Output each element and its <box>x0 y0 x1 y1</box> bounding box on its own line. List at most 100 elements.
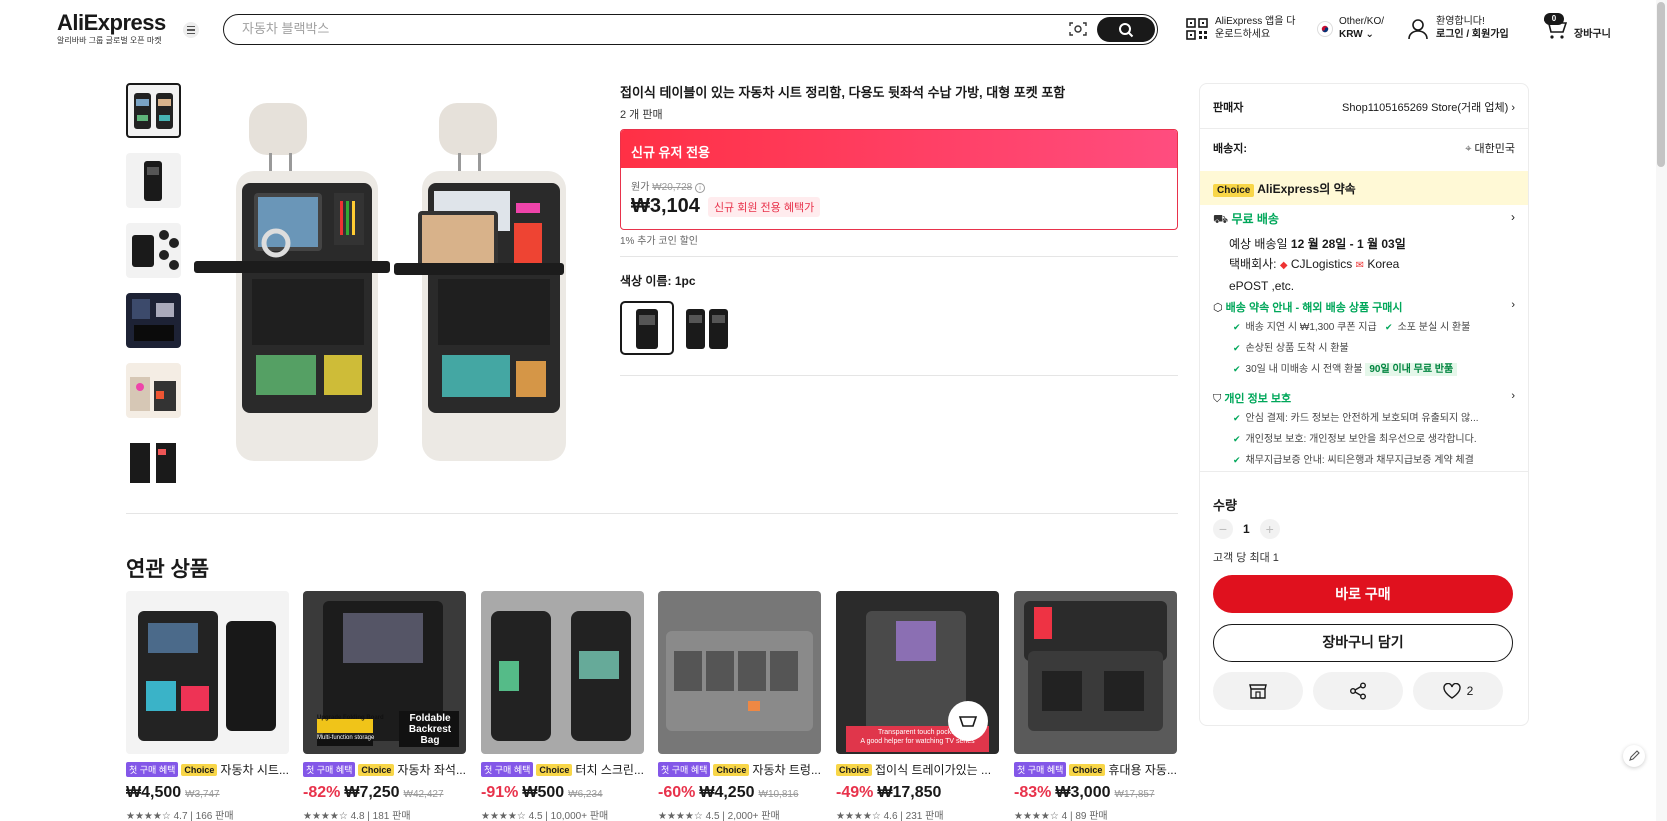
product-image[interactable] <box>126 591 289 754</box>
scrollbar-thumb[interactable] <box>1657 2 1665 167</box>
quantity-label: 수량 <box>1213 498 1237 513</box>
seller-label: 판매자 <box>1213 102 1244 114</box>
product-image[interactable]: Transparent touch pocket A good helper fo… <box>836 591 999 754</box>
menu-icon[interactable] <box>183 22 199 38</box>
store-icon <box>1249 684 1267 699</box>
qty-decrease-button[interactable]: − <box>1213 519 1233 539</box>
thumbnail-6[interactable] <box>126 433 181 488</box>
ship-to-row[interactable]: 배송지: ⌖ 대한민국 <box>1213 140 1515 156</box>
app-download-link[interactable]: AliExpress 앱을 다 운로드하세요 <box>1215 15 1295 41</box>
search-icon <box>1119 22 1134 37</box>
thumbnail-5[interactable] <box>126 363 181 418</box>
thumbnail-4[interactable] <box>126 293 181 348</box>
first-purchase-badge: 첫 구매 혜택 <box>481 762 534 777</box>
first-purchase-badge: 첫 구매 혜택 <box>1014 762 1067 777</box>
user-icon[interactable] <box>1408 18 1428 40</box>
logo-subtitle: 알리바바 그룹 글로벌 오픈 마켓 <box>57 36 162 45</box>
product-image[interactable] <box>481 591 644 754</box>
qr-code-icon[interactable] <box>1186 18 1208 40</box>
original-price: ₩20,728 <box>652 182 693 193</box>
share-button[interactable] <box>1313 672 1403 710</box>
product-image[interactable] <box>1014 591 1177 754</box>
quantity-stepper: − 1 + <box>1213 519 1515 539</box>
product-image[interactable] <box>658 591 821 754</box>
related-product-card[interactable]: Upgrade Folding Board Multi-function stor… <box>303 591 466 821</box>
product-name[interactable]: 휴대용 자동... <box>1108 761 1177 778</box>
choice-badge: Choice <box>713 763 750 776</box>
related-product-card[interactable]: Transparent touch pocket A good helper fo… <box>836 591 999 821</box>
store-button[interactable] <box>1213 672 1303 710</box>
aliexpress-logo[interactable]: AliExpress <box>57 10 166 36</box>
search-input[interactable] <box>242 21 1042 36</box>
choice-badge: Choice <box>358 763 395 776</box>
welcome-text: 환영합니다! <box>1436 16 1485 27</box>
rating-sales: ★★★★☆ 4.7 | 166 판매 <box>126 811 234 821</box>
free-return-badge: 90일 이내 무료 반품 <box>1365 363 1458 376</box>
shield-check-icon: ⛉ <box>1213 393 1222 405</box>
product-name[interactable]: 접이식 트레이가있는 ... <box>875 761 991 778</box>
product-price: ₩3,000 <box>1055 784 1111 801</box>
divider <box>126 513 1178 514</box>
feedback-edit-button[interactable] <box>1623 745 1645 767</box>
thumbnail-1[interactable] <box>126 83 181 138</box>
original-price: ₩6,234 <box>568 789 603 800</box>
card-overlay-foldable: Foldable <box>409 713 451 724</box>
thumbnail-2[interactable] <box>126 153 181 208</box>
seller-row[interactable]: 판매자 Shop1105165269 Store(거래 업체) › <box>1213 99 1515 115</box>
thumbnail-3[interactable] <box>126 223 181 278</box>
product-name[interactable]: 터치 스크린... <box>575 761 644 778</box>
choice-promise-text: AliExpress의 약속 <box>1257 182 1356 196</box>
related-product-card[interactable]: 첫 구매 혜택 Choice 휴대용 자동... -83% ₩3,000 ₩17,857 ★… <box>1014 591 1177 821</box>
original-price: ₩42,427 <box>403 789 444 800</box>
coin-discount-note: 1% 추가 코인 할인 <box>620 236 698 247</box>
app-download-line1: AliExpress 앱을 다 <box>1215 16 1296 27</box>
color-swatch-1pc[interactable] <box>620 301 674 355</box>
chevron-right-icon: › <box>1511 299 1515 311</box>
wishlist-button[interactable]: 2 <box>1413 672 1503 710</box>
product-price: ₩500 <box>522 784 565 801</box>
product-name[interactable]: 자동차 트렁... <box>752 761 821 778</box>
product-name[interactable]: 자동차 좌석... <box>397 761 466 778</box>
korea-flag-icon <box>1317 21 1333 37</box>
choice-badge: Choice <box>1069 763 1106 776</box>
locale-selector[interactable]: Other/KO/ KRW ⌄ <box>1339 15 1384 41</box>
product-price: ₩7,250 <box>344 784 400 801</box>
cj-logo-icon: ◆ <box>1279 260 1288 271</box>
original-price: ₩10,816 <box>758 789 799 800</box>
image-search-icon[interactable] <box>1069 21 1087 37</box>
first-purchase-badge: 첫 구매 혜택 <box>658 762 711 777</box>
account-link[interactable]: 환영합니다! 로그인 / 회원가입 <box>1436 15 1509 41</box>
main-product-image[interactable] <box>194 83 598 463</box>
shipping-block[interactable]: ⛟ 무료 배송 › 예상 배송일 12 월 28일 - 1 월 03일 택배회사… <box>1213 210 1515 296</box>
choice-badge: Choice <box>1213 184 1255 197</box>
search-bar <box>223 14 1158 45</box>
app-download-line2: 운로드하세요 <box>1215 29 1271 40</box>
add-to-cart-button[interactable]: 장바구니 담기 <box>1213 624 1513 662</box>
qty-value[interactable]: 1 <box>1243 522 1250 536</box>
info-icon[interactable]: i <box>695 183 705 193</box>
delivery-promise-block[interactable]: ⬡ 배송 약속 안내 - 해외 배송 상품 구매시 › ✔ 배송 지연 시 ₩1,… <box>1213 299 1515 380</box>
product-name[interactable]: 자동차 시트... <box>220 761 289 778</box>
promise-undelivered-refund: 30일 내 미배송 시 전액 환불 <box>1245 364 1363 375</box>
product-title: 접이식 테이블이 있는 자동차 시트 정리함, 다용도 뒷좌석 수납 가방, 대… <box>620 85 1066 100</box>
chevron-right-icon: › <box>1511 102 1515 114</box>
related-product-card[interactable]: 첫 구매 혜택 Choice 자동차 트렁... -60% ₩4,250 ₩10,816 ★… <box>658 591 821 821</box>
related-product-card[interactable]: 첫 구매 혜택 Choice 터치 스크린... -91% ₩500 ₩6,234 ★★★★… <box>481 591 644 821</box>
login-signup-link[interactable]: 로그인 / 회원가입 <box>1436 28 1509 41</box>
shield-box-icon: ⬡ <box>1213 302 1223 314</box>
cart-label[interactable]: 장바구니 <box>1574 28 1611 41</box>
product-image[interactable]: Upgrade Folding Board Multi-function stor… <box>303 591 466 754</box>
buy-now-button[interactable]: 바로 구매 <box>1213 575 1513 613</box>
search-button[interactable] <box>1097 17 1155 42</box>
privacy-block[interactable]: ⛉ 개인 정보 보호 › ✔ 안심 결제: 카드 정보는 안전하게 보호되며 유출… <box>1213 390 1515 471</box>
privacy-title: 개인 정보 보호 <box>1224 393 1292 405</box>
related-product-card[interactable]: 첫 구매 혜택 Choice 자동차 시트... ₩4,500 ₩3,747 ★★★★☆ … <box>126 591 289 821</box>
original-price-label: 원가 <box>631 182 650 193</box>
thumbnail-list <box>126 83 181 488</box>
free-shipping-label: 무료 배송 <box>1231 212 1279 226</box>
discount-percent: -91% <box>481 784 519 801</box>
qty-increase-button[interactable]: + <box>1259 519 1280 539</box>
add-to-cart-icon[interactable] <box>948 701 988 741</box>
original-price: ₩17,857 <box>1114 789 1155 800</box>
color-swatch-2pc[interactable] <box>680 301 734 355</box>
